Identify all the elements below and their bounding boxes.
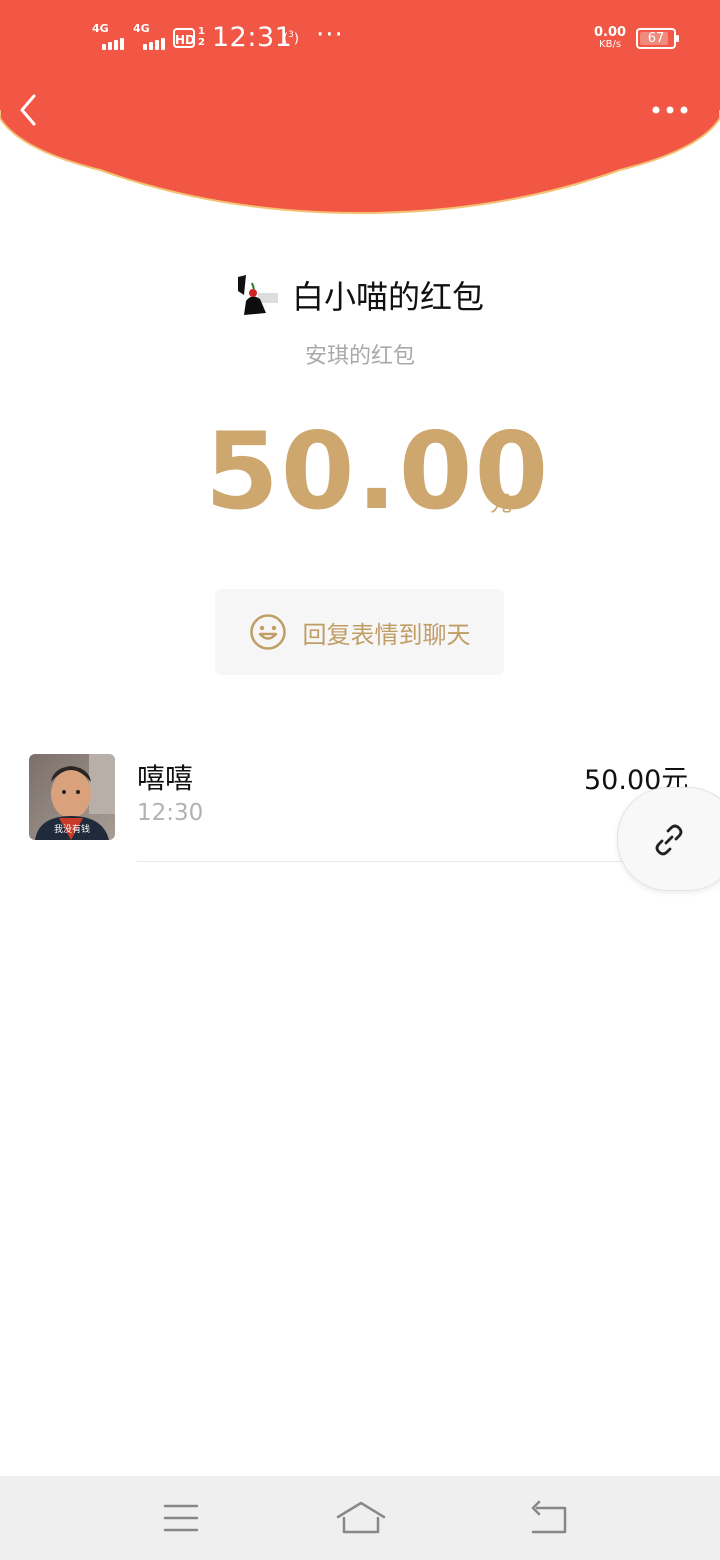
receiver-avatar[interactable]: 我没有钱 (29, 754, 115, 840)
avatar-image (235, 273, 280, 317)
network-speed: 0.00 KB/s (594, 25, 627, 50)
sender-title: 白小喵的红包 (291, 278, 484, 316)
avatar-caption: 我没有钱 (54, 823, 90, 835)
red-packet-header: 4G 4G HD 1 2 12:31 (3) ··· 0.00 KB/s 67 (0, 0, 720, 220)
battery-level: 67 (647, 31, 665, 46)
nav-back-button[interactable] (519, 1498, 579, 1538)
sender-avatar[interactable] (235, 273, 280, 317)
smiley-icon (249, 614, 286, 650)
status-more-icon: ··· (316, 20, 344, 50)
receiver-name: 嘻嘻 (137, 762, 194, 795)
link-icon (655, 824, 683, 856)
menu-icon (163, 1504, 199, 1532)
status-bar: 4G 4G HD 1 2 12:31 (3) ··· 0.00 KB/s 67 (0, 0, 720, 80)
hd-sim-indicator: 1 2 (198, 26, 205, 48)
back-arrow-icon (531, 1500, 567, 1534)
avatar-image: 我没有钱 (29, 754, 115, 840)
battery-icon: 67 (636, 28, 679, 49)
signal-strength-2: 4G (133, 22, 165, 50)
reply-emoji-button[interactable]: 回复表情到聊天 (215, 589, 504, 675)
hd-voice-badge: HD (173, 28, 195, 48)
more-options-button[interactable] (646, 96, 694, 124)
more-dots-icon (652, 106, 688, 114)
nav-menu-button[interactable] (151, 1498, 211, 1538)
reply-label: 回复表情到聊天 (302, 620, 471, 649)
sender-info: 白小喵的红包 (0, 272, 720, 318)
amount-unit: 元 (490, 492, 513, 517)
receive-time: 12:30 (137, 800, 204, 826)
status-time: 12:31 (212, 22, 293, 53)
chevron-left-icon (20, 94, 36, 126)
floating-link-button[interactable] (617, 787, 720, 891)
system-nav-bar (0, 1476, 720, 1560)
nav-home-button[interactable] (331, 1498, 391, 1538)
signal-strength-1: 4G (92, 22, 124, 50)
hotspot-icon: (3) (283, 30, 299, 47)
home-icon (336, 1501, 386, 1534)
sender-subtitle: 安琪的红包 (304, 344, 415, 369)
back-button[interactable] (10, 88, 50, 132)
